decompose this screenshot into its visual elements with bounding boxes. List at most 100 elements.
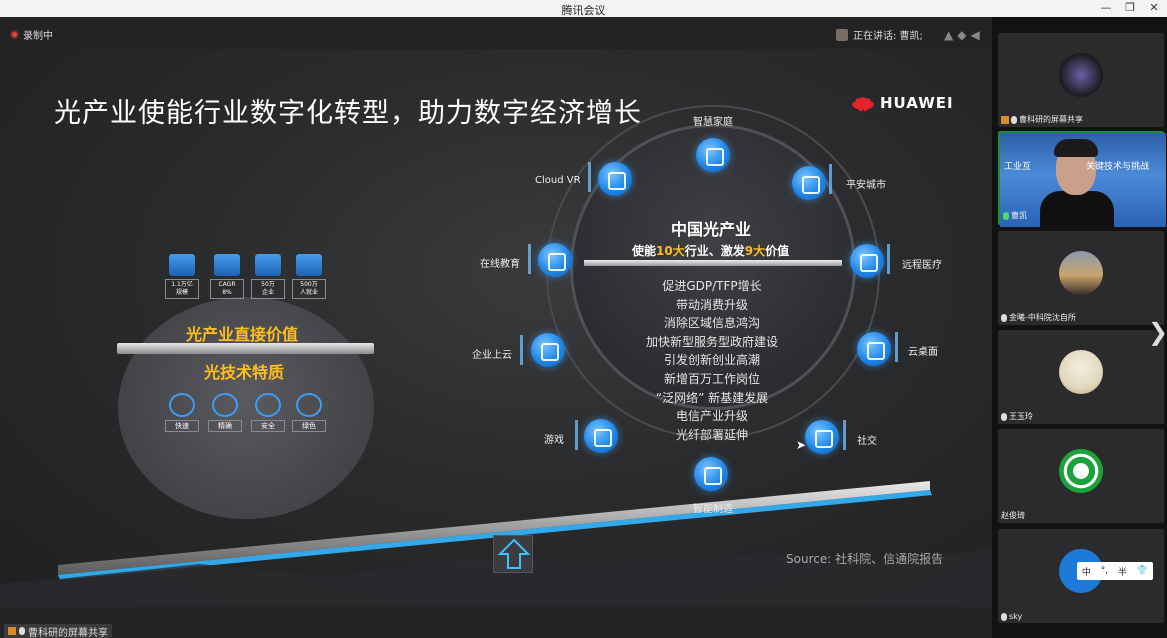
stat-label: 1.1万亿 规模 xyxy=(165,279,199,299)
share-tag-label: 曹科研的屏幕共享 xyxy=(28,627,108,638)
vr-headset-icon xyxy=(598,162,632,196)
people-icon xyxy=(296,254,322,276)
participant-tile[interactable]: 赵俊琦 xyxy=(998,429,1164,523)
video-hair xyxy=(1054,139,1098,157)
feature-precise: 精确 xyxy=(208,393,242,432)
value-item: 引发创新创业高潮 xyxy=(663,353,760,368)
participant-tile[interactable]: 曹科研的屏幕共享 xyxy=(998,33,1164,127)
tech-quality-heading: 光技术特质 xyxy=(204,363,285,382)
stat-enterprises: 50万 企业 xyxy=(251,254,285,299)
value-item: 加快新型服务型政府建设 xyxy=(645,334,778,349)
direct-value-heading: 光产业直接价值 xyxy=(186,325,299,344)
node-tick xyxy=(843,420,846,450)
sub-mid: 行业、激发 xyxy=(684,244,745,258)
center-title: 中国光产业 xyxy=(671,220,752,239)
mic-icon xyxy=(1001,412,1007,421)
stat-scale: 1.1万亿 规模 xyxy=(165,254,199,299)
node-tick xyxy=(588,162,591,192)
participant-tile-active[interactable]: 工业互 关键技术与挑战 曹凯 xyxy=(998,131,1166,227)
leaf-icon xyxy=(296,393,322,417)
node-label-enterprise: 企业上云 xyxy=(472,350,512,361)
cloud-desktop-icon xyxy=(857,332,891,366)
up-arrow-icon xyxy=(497,538,531,569)
window-title: 腾讯会议 xyxy=(561,4,606,17)
participant-name: 曹科研的屏幕共享 xyxy=(1019,115,1083,124)
node-label-education: 在线教育 xyxy=(480,259,520,270)
mic-icon xyxy=(1001,313,1007,322)
share-icon xyxy=(8,627,16,635)
close-button[interactable]: ✕ xyxy=(1142,0,1166,17)
slide-source: Source: 社科院、信通院报告 xyxy=(786,552,944,566)
stat-label: CAGR 8% xyxy=(210,279,244,299)
recording-indicator[interactable]: 录制中 xyxy=(10,27,53,42)
node-label-manufacturing: 智能制造 xyxy=(693,504,733,515)
participant-name-bar: 赵俊琦 xyxy=(1001,510,1025,521)
node-tick xyxy=(528,244,531,274)
value-item: 电信产业升级 xyxy=(675,409,748,424)
minimize-button[interactable]: — xyxy=(1094,0,1118,17)
gamepad-icon xyxy=(584,419,618,453)
sub-count-values: 9大 xyxy=(744,244,766,258)
value-item: 促进GDP/TFP增长 xyxy=(662,279,762,293)
view-icons[interactable]: ▲◆◀ xyxy=(944,28,984,42)
mic-icon xyxy=(1011,115,1017,124)
city-camera-icon xyxy=(792,166,826,200)
speaking-indicator: 正在讲话: 曹凯; xyxy=(836,27,923,42)
mic-icon xyxy=(1003,211,1009,220)
mouse-cursor-icon: ➤ xyxy=(796,438,807,452)
value-item: “泛网络” 新基建发展 xyxy=(655,390,769,405)
participant-name-bar: 王玉玲 xyxy=(1001,411,1033,422)
avatar xyxy=(1059,350,1103,394)
next-page-chevron-icon[interactable]: ❯ xyxy=(1148,318,1167,346)
avatar xyxy=(1059,449,1103,493)
participant-name: sky xyxy=(1009,612,1023,621)
node-tick xyxy=(829,164,832,194)
sub-post: 价值 xyxy=(765,244,790,258)
ime-lang[interactable]: 中 xyxy=(1082,565,1091,578)
speaker-avatar-icon xyxy=(836,28,848,41)
video-body xyxy=(1040,191,1114,227)
participant-name-bar: 曹凯 xyxy=(1003,210,1027,221)
medical-kit-icon xyxy=(850,244,884,278)
share-icon xyxy=(1001,115,1009,124)
center-subtitle: 使能10大行业、激发9大价值 xyxy=(632,242,789,259)
value-item: 消除区域信息鸿沟 xyxy=(663,316,760,331)
building-icon xyxy=(255,254,281,276)
screen-share-tag[interactable]: 曹科研的屏幕共享 xyxy=(4,624,112,638)
feature-green: 绿色 xyxy=(292,393,326,432)
mic-icon xyxy=(19,627,25,635)
social-chat-icon xyxy=(805,420,839,454)
stat-label: 50万 企业 xyxy=(251,279,285,299)
window-titlebar: 腾讯会议 — ❐ ✕ xyxy=(0,0,1167,17)
smart-home-icon xyxy=(696,138,730,172)
value-item: 光纤部署延伸 xyxy=(675,427,748,442)
ime-width[interactable]: 半 xyxy=(1118,565,1127,578)
value-list: 促进GDP/TFP增长 带动消费升级 消除区域信息鸿沟 加快新型服务型政府建设 … xyxy=(612,277,812,444)
node-tick xyxy=(895,332,898,362)
participant-name: 曹凯 xyxy=(1011,211,1027,220)
meeting-bottombar xyxy=(0,607,992,638)
feature-label: 快速 xyxy=(165,420,199,432)
chip-icon xyxy=(212,393,238,417)
participant-tile[interactable]: 王玉玲 xyxy=(998,330,1164,424)
feature-secure: 安全 xyxy=(251,393,285,432)
node-tick xyxy=(575,420,578,450)
node-label-vr: Cloud VR xyxy=(535,175,581,186)
ime-toolbar[interactable]: 中 °, 半 👕 xyxy=(1077,562,1153,580)
node-label-game: 游戏 xyxy=(544,435,564,446)
ime-skin-icon[interactable]: 👕 xyxy=(1137,566,1148,576)
node-tick xyxy=(520,335,523,365)
coin-stack-icon xyxy=(169,254,195,276)
feature-label: 安全 xyxy=(251,420,285,432)
ime-punct[interactable]: °, xyxy=(1101,566,1108,576)
online-education-icon xyxy=(538,243,572,277)
growth-chart-icon xyxy=(214,254,240,276)
fulcrum-box xyxy=(493,535,533,573)
restore-button[interactable]: ❐ xyxy=(1118,0,1142,17)
video-text-left: 工业互 xyxy=(1004,162,1032,172)
node-label-desktop: 云桌面 xyxy=(908,347,938,358)
participant-name: 金曦-中科院沈自所 xyxy=(1009,313,1076,322)
stat-cagr: CAGR 8% xyxy=(210,254,244,299)
mic-icon xyxy=(1001,612,1007,621)
participant-tile[interactable]: 金曦-中科院沈自所 xyxy=(998,231,1164,325)
